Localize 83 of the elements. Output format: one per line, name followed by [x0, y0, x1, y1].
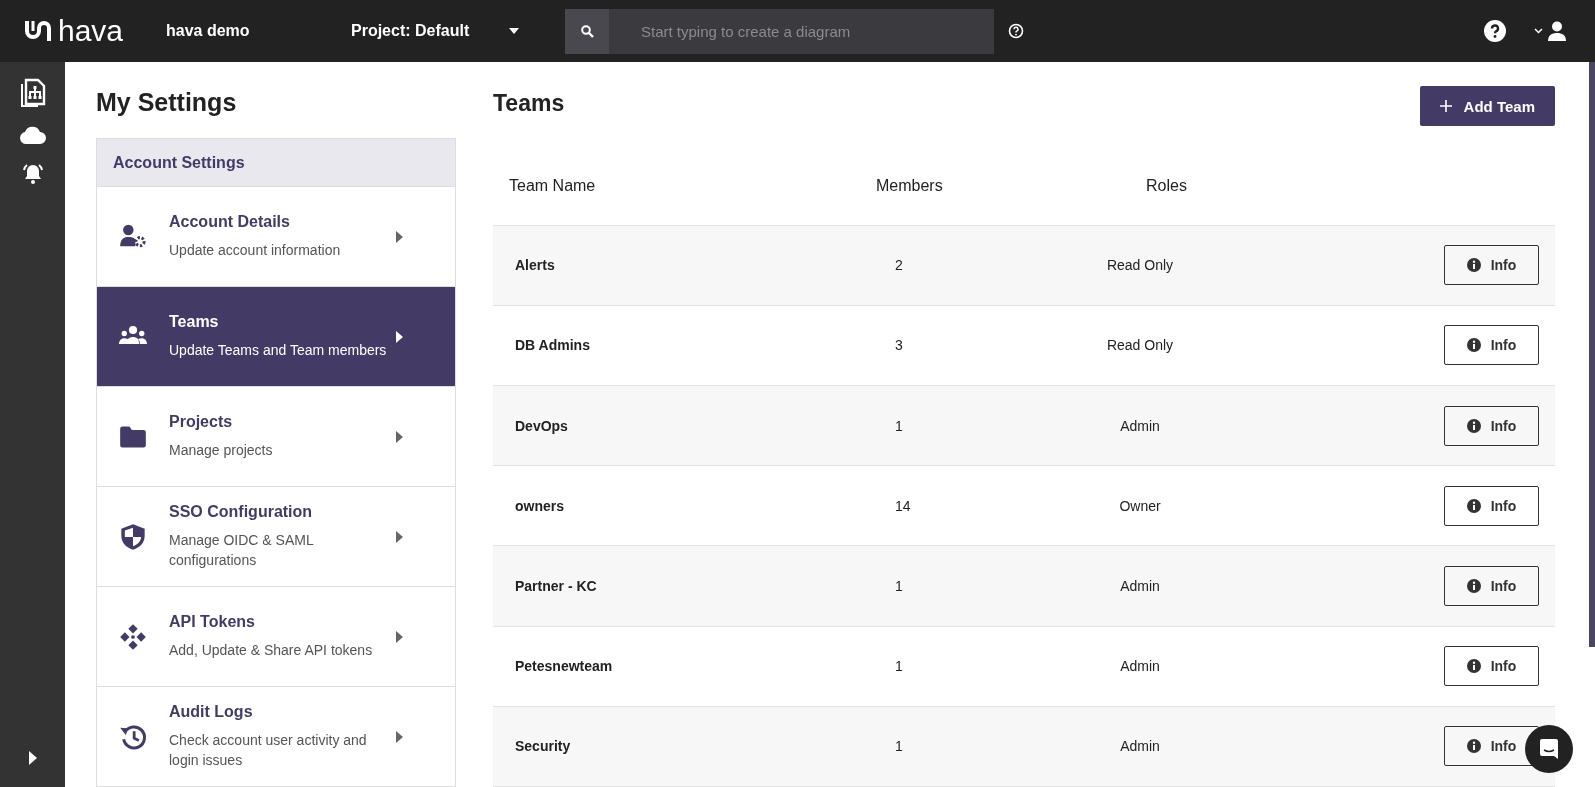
column-header: Team Name [509, 177, 597, 195]
info-icon [1466, 739, 1481, 754]
info-button[interactable]: Info [1444, 325, 1539, 366]
member-count: 1 [894, 417, 904, 434]
user-menu[interactable] [1534, 21, 1567, 41]
member-count: 2 [894, 257, 904, 274]
member-count: 14 [894, 497, 912, 514]
item-subtitle: Add, Update & Share API tokens [169, 641, 374, 660]
item-title: Projects [169, 413, 234, 431]
team-name: Partner - KC [515, 578, 598, 594]
team-role: Admin [1119, 417, 1161, 434]
sso-icon [119, 522, 147, 551]
caret-icon [396, 630, 403, 643]
info-button[interactable]: Info [1444, 245, 1539, 286]
item-title: Audit Logs [169, 703, 254, 721]
team-name: owners [515, 497, 565, 514]
logo-icon [24, 18, 54, 44]
caret-icon [396, 730, 403, 743]
team-name: Petesnewteam [515, 658, 614, 675]
team-name: DevOps [515, 417, 569, 434]
search-icon[interactable] [580, 24, 594, 38]
team-role: Admin [1119, 578, 1161, 594]
help-icon[interactable] [1008, 23, 1024, 39]
cloud-icon[interactable] [19, 126, 46, 144]
info-button[interactable]: Info [1444, 646, 1539, 687]
member-count: 3 [894, 337, 904, 354]
caret-icon [396, 330, 403, 343]
brand-name: hava [58, 14, 124, 48]
info-icon [1466, 418, 1481, 433]
item-subtitle: Manage OIDC & SAML configurations [169, 531, 315, 570]
team-role: Read Only [1105, 337, 1175, 354]
expand-icon[interactable] [28, 751, 37, 765]
plus-icon [1439, 100, 1452, 112]
item-title: API Tokens [169, 613, 256, 631]
info-button[interactable]: Info [1444, 485, 1539, 526]
team-name: Alerts [515, 257, 556, 274]
team-name: Security [515, 738, 572, 755]
member-count: 1 [894, 578, 904, 594]
chat-icon [1538, 738, 1560, 760]
api-icon [119, 622, 147, 651]
user-icon [1547, 21, 1567, 41]
settings-menu-item[interactable]: Teams Update Teams and Team members [97, 286, 455, 386]
item-title: Teams [169, 313, 220, 331]
item-subtitle: Check account user activity and login issues [169, 731, 368, 770]
column-header: Members [875, 177, 944, 195]
team-role: Owner [1118, 497, 1162, 514]
team-role: Admin [1119, 738, 1161, 755]
item-title: Account Details [169, 213, 291, 231]
member-count: 1 [894, 658, 904, 675]
scrollbar[interactable] [1589, 62, 1595, 647]
add-team-button[interactable]: Add Team [1419, 86, 1555, 126]
info-icon [1466, 338, 1481, 353]
team-role: Admin [1119, 658, 1161, 675]
diagram-document-icon[interactable] [19, 78, 46, 108]
bell-icon[interactable] [20, 162, 45, 186]
info-icon [1466, 579, 1481, 593]
audit-icon [119, 722, 147, 751]
item-title: SSO Configuration [169, 503, 314, 521]
account-name: hava demo [166, 22, 251, 40]
item-subtitle: Update Teams and Team members [169, 341, 388, 360]
info-button[interactable]: Info [1444, 566, 1539, 606]
project-dropdown[interactable]: Project: Default [351, 22, 565, 40]
caret-icon [396, 430, 403, 443]
info-icon [1466, 258, 1481, 273]
team-name: DB Admins [515, 337, 591, 354]
caret-icon [396, 530, 403, 543]
info-icon [1466, 498, 1481, 513]
member-count: 1 [894, 738, 904, 755]
chevron-icon [1534, 28, 1543, 34]
panel-header: Account Settings [97, 139, 455, 186]
info-button[interactable]: Info [1444, 405, 1539, 446]
chat-launcher-popup[interactable] [1525, 725, 1573, 773]
item-subtitle: Update account information [169, 241, 342, 260]
column-header: Roles [1145, 177, 1188, 195]
help-icon[interactable] [1484, 20, 1506, 42]
section-title: Teams [493, 90, 565, 117]
caret-icon [396, 230, 403, 243]
info-icon [1466, 659, 1481, 674]
caret-icon [509, 28, 520, 34]
item-subtitle: Manage projects [169, 441, 274, 460]
page-title: My Settings [96, 88, 238, 118]
search-field[interactable]: Start typing to create a diagram [609, 8, 994, 54]
team-role: Read Only [1105, 257, 1175, 274]
